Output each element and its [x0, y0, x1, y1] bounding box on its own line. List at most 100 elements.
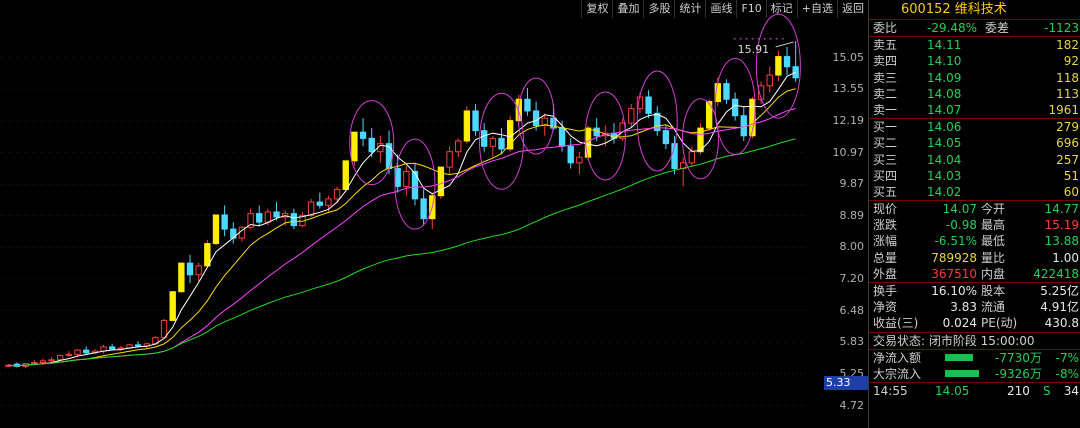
sell-label: 卖三	[873, 70, 898, 85]
candle-body	[558, 127, 566, 147]
order-ratio-label: 委比	[873, 21, 898, 35]
buy-volume: 257	[1056, 152, 1079, 167]
financial-label: PE(动)	[981, 316, 1018, 331]
sell-label: 卖一	[873, 102, 898, 117]
toolbar-button-7[interactable]: +自选	[796, 0, 837, 18]
candle-body	[290, 213, 298, 227]
quote-label: 涨幅	[873, 234, 898, 249]
price-axis-label: 10.97	[832, 145, 865, 159]
toolbar-button-5[interactable]: F10	[736, 0, 765, 18]
candle-body	[688, 151, 696, 164]
toolbar-button-6[interactable]: 标记	[765, 0, 797, 18]
quote-row: 外盘 367510 内盘 422418	[869, 266, 1080, 282]
toolbar-button-0[interactable]: 复权	[581, 0, 612, 18]
candle-body	[57, 354, 64, 361]
sell-label: 卖二	[873, 86, 898, 101]
toolbar-button-1[interactable]: 叠加	[612, 0, 643, 18]
tick-side: S	[1043, 384, 1051, 399]
candle-body	[628, 108, 635, 124]
price-axis-label: 8.89	[839, 208, 865, 222]
buy-row: 买四 14.03 51	[869, 168, 1080, 184]
sell-price: 14.10	[927, 54, 962, 69]
candle-body	[316, 201, 323, 206]
financial-value: 0.024	[942, 316, 977, 331]
sell-volume: 92	[1063, 54, 1079, 69]
candle-body	[446, 151, 453, 168]
candle-body	[403, 170, 410, 187]
sell-price: 14.07	[927, 102, 962, 117]
trade-status-row: 交易状态: 闭市阶段 15:00:00	[869, 331, 1080, 349]
kline-chart[interactable]: 15.91 15.05 13.55 12.19 10.97 9.87 8.89 8.00 7.…	[0, 0, 870, 428]
candle-body	[489, 137, 497, 147]
price-axis-label: 12.19	[832, 113, 865, 127]
candle-body	[65, 353, 73, 356]
candle-body	[532, 110, 540, 127]
sell-row: 卖五 14.11 182	[869, 37, 1080, 53]
toolbar-button-2[interactable]: 多股	[643, 0, 674, 18]
quote-value: -0.98	[945, 218, 977, 233]
flow-label: 大宗流入	[873, 366, 922, 381]
capital-flow-block: 净流入额 -7730万 -7% 大宗流入 -9326万 -8%	[869, 348, 1080, 382]
sell-book: 卖五 14.11 182 卖四 14.10 92 卖三 14.09 118 卖二 14.08 113 卖…	[869, 36, 1080, 118]
sell-row: 卖三 14.09 118	[869, 70, 1080, 86]
candle-body	[783, 56, 791, 68]
trade-status: 交易状态: 闭市阶段 15:00:00	[873, 333, 1035, 348]
buy-label: 买三	[873, 152, 898, 167]
sell-volume: 113	[1056, 86, 1079, 101]
financial-block: 换手 16.10% 股本 5.25亿 净资 3.83 流通 4.91亿 收益(三) 0.024 PE…	[869, 282, 1080, 332]
quote-label: 总量	[873, 250, 898, 265]
candle-body	[264, 211, 272, 223]
capital-flow-row: 大宗流入 -9326万 -8%	[869, 366, 1080, 382]
toolbar-button-4[interactable]: 画线	[705, 0, 736, 18]
price-axis-label: 7.20	[839, 271, 865, 285]
financial-row: 收益(三) 0.024 PE(动) 430.8	[869, 315, 1080, 331]
tick-time: 14:55	[873, 384, 908, 399]
quote-value: 1.00	[1052, 250, 1079, 265]
buy-volume: 51	[1063, 168, 1079, 183]
quote-value: 14.77	[1044, 202, 1079, 217]
buy-price: 14.03	[927, 168, 962, 183]
flow-bar	[945, 369, 979, 377]
flow-percent: -8%	[1055, 366, 1079, 381]
candle-body	[31, 362, 38, 365]
buy-price: 14.02	[927, 184, 962, 199]
candle-body	[83, 349, 90, 354]
candle-body	[662, 130, 670, 145]
sell-row: 卖四 14.10 92	[869, 53, 1080, 69]
candlestick-plot[interactable]: 15.91	[0, 0, 868, 428]
flow-percent: -7%	[1055, 350, 1079, 365]
buy-label: 买一	[873, 120, 898, 135]
quote-label: 内盘	[981, 266, 1006, 281]
quote-value: 15.19	[1044, 218, 1079, 233]
buy-book: 买一 14.06 279 买二 14.05 696 买三 14.04 257 买四 14.03 51 买…	[869, 118, 1080, 200]
financial-value: 5.25亿	[1040, 284, 1079, 298]
financial-row: 净资 3.83 流通 4.91亿	[869, 299, 1080, 315]
candle-body	[204, 243, 211, 267]
toolbar-button-8[interactable]: 返回	[837, 0, 868, 18]
ma-line-60	[8, 138, 796, 367]
toolbar-button-3[interactable]: 统计	[674, 0, 705, 18]
candle-body	[342, 160, 349, 190]
candle-body	[169, 291, 176, 321]
sell-label: 卖五	[873, 38, 898, 53]
financial-value: 16.10%	[931, 284, 977, 298]
sell-price: 14.08	[927, 86, 962, 101]
candle-body	[368, 137, 375, 153]
peak-price-label: 15.91	[738, 43, 770, 56]
quote-row: 总量 789928 量比 1.00	[869, 250, 1080, 266]
tick-volume: 210	[1007, 384, 1030, 399]
candle-body	[186, 262, 194, 276]
quote-block: 现价 14.07 今开 14.77 涨跌 -0.98 最高 15.19 涨幅 -6.51% 最低 13…	[869, 200, 1080, 282]
buy-row: 买三 14.04 257	[869, 152, 1080, 168]
order-diff-label: 委差	[985, 21, 1010, 35]
quote-value: 367510	[931, 266, 977, 281]
financial-value: 430.8	[1044, 316, 1079, 331]
flow-bar	[945, 353, 973, 361]
financial-label: 换手	[873, 284, 898, 298]
quote-value: 13.88	[1044, 234, 1079, 249]
candle-body	[740, 115, 747, 137]
candle-body	[195, 265, 202, 276]
price-axis-label: 6.48	[839, 303, 865, 317]
financial-label: 流通	[981, 300, 1006, 315]
sell-price: 14.09	[927, 70, 962, 85]
